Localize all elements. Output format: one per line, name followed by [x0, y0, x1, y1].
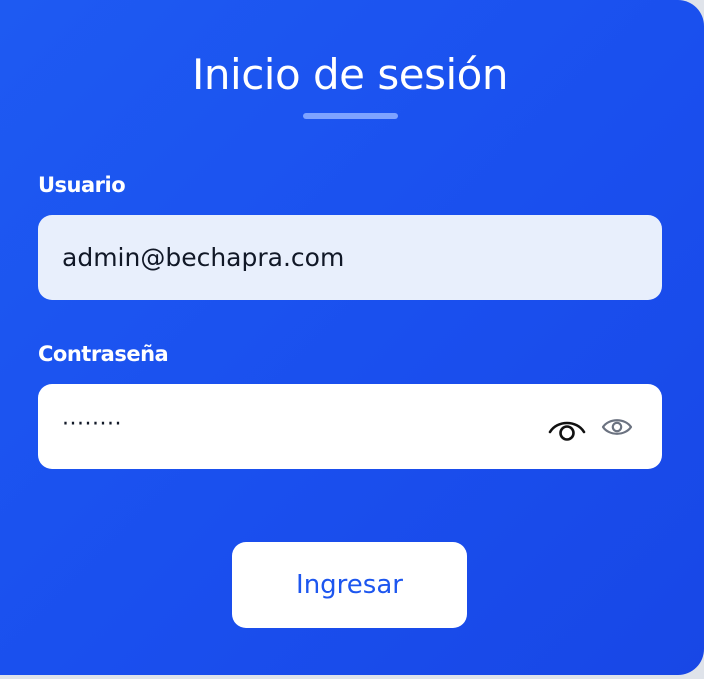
- eye-icon: [548, 421, 586, 441]
- submit-button[interactable]: Ingresar: [232, 542, 467, 628]
- login-card: Inicio de sesión Usuario admin@bechapra.…: [0, 0, 704, 675]
- eye-icon: [601, 419, 633, 435]
- username-label: Usuario: [38, 173, 126, 197]
- password-label: Contraseña: [38, 342, 169, 366]
- title-underline: [303, 113, 398, 119]
- page-title: Inicio de sesión: [192, 50, 508, 99]
- native-reveal-button[interactable]: [600, 411, 634, 443]
- password-masked-value: ········: [62, 412, 122, 437]
- username-field[interactable]: admin@bechapra.com: [38, 215, 662, 300]
- password-toggle-button[interactable]: [546, 408, 588, 446]
